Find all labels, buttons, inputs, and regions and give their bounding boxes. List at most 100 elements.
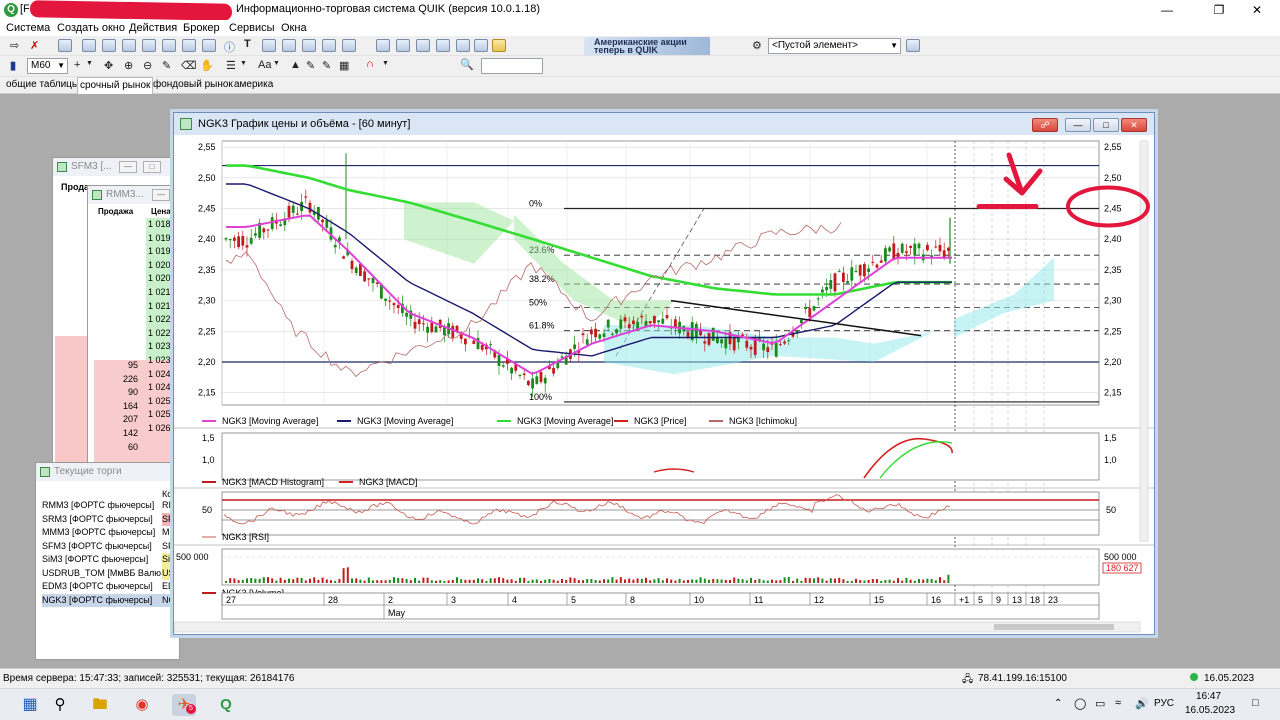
orderbook-price[interactable]: 1 019,: [148, 245, 173, 259]
pattern-icon[interactable]: ▦: [339, 59, 349, 72]
clock-date[interactable]: 16.05.2023: [1185, 705, 1235, 716]
promo-banner[interactable]: Американские акции теперь в QUIK: [584, 37, 710, 55]
price-volume-chart[interactable]: 2,55 2,55 2,50 2,50 2,45 2,45 2,40 2,40 2,35 2,35…: [174, 135, 1154, 634]
order-icon-2[interactable]: [302, 39, 316, 52]
table-icon-2[interactable]: [102, 39, 116, 52]
orderbook-price[interactable]: 1 018,: [148, 218, 173, 232]
table-icon-3[interactable]: [122, 39, 136, 52]
link-button[interactable]: ☍: [1032, 118, 1058, 132]
orderbook-price[interactable]: 1 022,: [148, 313, 173, 327]
menu-windows[interactable]: Окна: [281, 22, 307, 34]
orderbook-price[interactable]: 1 025,: [148, 408, 173, 422]
orderbook-price[interactable]: 1 023,: [148, 354, 173, 368]
orderbook-price[interactable]: 1 023,: [148, 340, 173, 354]
table-icon-6[interactable]: [182, 39, 196, 52]
camera-icon[interactable]: ◯: [1074, 697, 1086, 710]
help-icon[interactable]: [906, 39, 920, 52]
menu-broker[interactable]: Брокер: [183, 22, 220, 34]
messenger-icon[interactable]: ✈ 5: [172, 694, 196, 716]
minimize-button[interactable]: —: [152, 189, 170, 201]
menu-create-window[interactable]: Создать окно: [57, 22, 125, 34]
notifications-icon[interactable]: □: [1252, 697, 1259, 709]
chart-icon-1[interactable]: [376, 39, 390, 52]
chart-icon-3[interactable]: [416, 39, 430, 52]
order-icon-1[interactable]: [282, 39, 296, 52]
table-icon-5[interactable]: [162, 39, 176, 52]
new-table-icon[interactable]: [58, 39, 72, 52]
pencil-icon[interactable]: ✎: [162, 59, 171, 72]
orderbook-price[interactable]: 1 024,: [148, 368, 173, 382]
current-trading-caption[interactable]: Текущие торги: [36, 463, 179, 481]
orderbook-price[interactable]: 1 025,: [148, 395, 173, 409]
tab-general-tables[interactable]: общие таблицы: [4, 79, 81, 90]
chart-icon-2[interactable]: [396, 39, 410, 52]
wifi-icon[interactable]: ≈: [1115, 697, 1121, 709]
language-indicator[interactable]: РУС: [1154, 698, 1174, 709]
menu-actions[interactable]: Действия: [129, 22, 177, 34]
zoom-in-icon[interactable]: ⊕: [124, 59, 133, 72]
order-icon-4[interactable]: [342, 39, 356, 52]
element-tool-icon[interactable]: ⚙: [752, 39, 762, 52]
info-icon[interactable]: ⓘ: [224, 39, 235, 55]
orderbook-price[interactable]: 1 019,: [148, 232, 173, 246]
rmm3-window-caption[interactable]: RMM3... —: [88, 186, 176, 204]
table-icon-8[interactable]: [262, 39, 276, 52]
volume-icon[interactable]: 🔊: [1135, 697, 1149, 710]
minimize-button[interactable]: —: [1065, 118, 1091, 132]
magnet-icon[interactable]: ∩: [366, 58, 374, 70]
chevron-down-icon[interactable]: ▼: [273, 60, 280, 67]
search-icon[interactable]: ⚲: [48, 694, 72, 716]
orderbook-price[interactable]: 1 020,: [148, 272, 173, 286]
connect-icon[interactable]: ⇨: [10, 39, 19, 52]
font-icon[interactable]: Aa: [258, 59, 271, 71]
tab-futures-market[interactable]: срочный рынок: [77, 77, 154, 94]
move-icon[interactable]: ✥: [104, 59, 113, 72]
maximize-button[interactable]: □: [143, 161, 161, 173]
chart-window[interactable]: NGK3 График цены и объёма - [60 минут] ☍…: [173, 112, 1155, 635]
battery-icon[interactable]: ▭: [1095, 697, 1105, 710]
menu-services[interactable]: Сервисы: [229, 22, 275, 34]
order-icon-3[interactable]: [322, 39, 336, 52]
file-explorer-icon[interactable]: 🖿: [88, 694, 112, 716]
minimize-button[interactable]: —: [119, 161, 137, 173]
table-icon-7[interactable]: [202, 39, 216, 52]
briefcase-icon[interactable]: [492, 39, 506, 52]
maximize-button[interactable]: □: [1093, 118, 1119, 132]
orderbook-price[interactable]: 1 022,: [148, 327, 173, 341]
rmm3-orderbook-window[interactable]: RMM3... — Продажа Цена 1 018, 1 019, 1 019…: [87, 185, 177, 470]
orderbook-price[interactable]: 1 026,: [148, 422, 173, 436]
menu-system[interactable]: Система: [6, 22, 50, 34]
table-icon-4[interactable]: [142, 39, 156, 52]
current-trading-window[interactable]: Текущие торги Код RMM3 [ФОРТС фьючерсы] R…: [35, 462, 190, 660]
chevron-down-icon[interactable]: ▼: [86, 60, 93, 67]
crosshair-icon[interactable]: +: [74, 59, 80, 71]
horizontal-scroll-thumb[interactable]: [994, 624, 1114, 630]
orderbook-price[interactable]: 1 021,: [148, 300, 173, 314]
tab-stock-market[interactable]: фондовый рынок: [151, 79, 235, 90]
chrome-icon[interactable]: ◉: [130, 694, 154, 716]
quik-taskbar-icon[interactable]: Q: [214, 694, 238, 716]
element-select[interactable]: <Пустой элемент> ▼: [768, 38, 901, 54]
interval-select[interactable]: M60 ▼: [27, 58, 68, 74]
tab-america[interactable]: америка: [232, 79, 275, 90]
chart-icon-5[interactable]: [456, 39, 470, 52]
chevron-up-icon[interactable]: ⌃: [1054, 698, 1062, 709]
close-button[interactable]: ✕: [1121, 118, 1147, 132]
line-style-icon[interactable]: ☰: [226, 59, 236, 72]
minimize-button[interactable]: —: [1144, 0, 1190, 20]
sfm3-window-caption[interactable]: SFM3 [... — □: [53, 158, 171, 176]
chevron-down-icon[interactable]: ▼: [382, 60, 389, 67]
hand-icon[interactable]: ✋: [200, 59, 214, 72]
chevron-down-icon[interactable]: ▼: [240, 60, 247, 67]
windows-start-icon[interactable]: ▦: [18, 694, 42, 716]
mail-icon[interactable]: [474, 39, 488, 52]
eraser-icon[interactable]: ⌫: [181, 59, 197, 72]
orderbook-price[interactable]: 1 020,: [148, 259, 173, 273]
text-tool-icon[interactable]: T: [244, 38, 251, 50]
disconnect-icon[interactable]: ✗: [30, 39, 39, 52]
orderbook-price[interactable]: 1 024,: [148, 381, 173, 395]
close-button[interactable]: ✕: [1234, 0, 1280, 20]
clock-time[interactable]: 16:47: [1196, 691, 1221, 702]
pen-color-icon[interactable]: ✎: [306, 59, 315, 72]
zoom-out-icon[interactable]: ⊖: [143, 59, 152, 72]
